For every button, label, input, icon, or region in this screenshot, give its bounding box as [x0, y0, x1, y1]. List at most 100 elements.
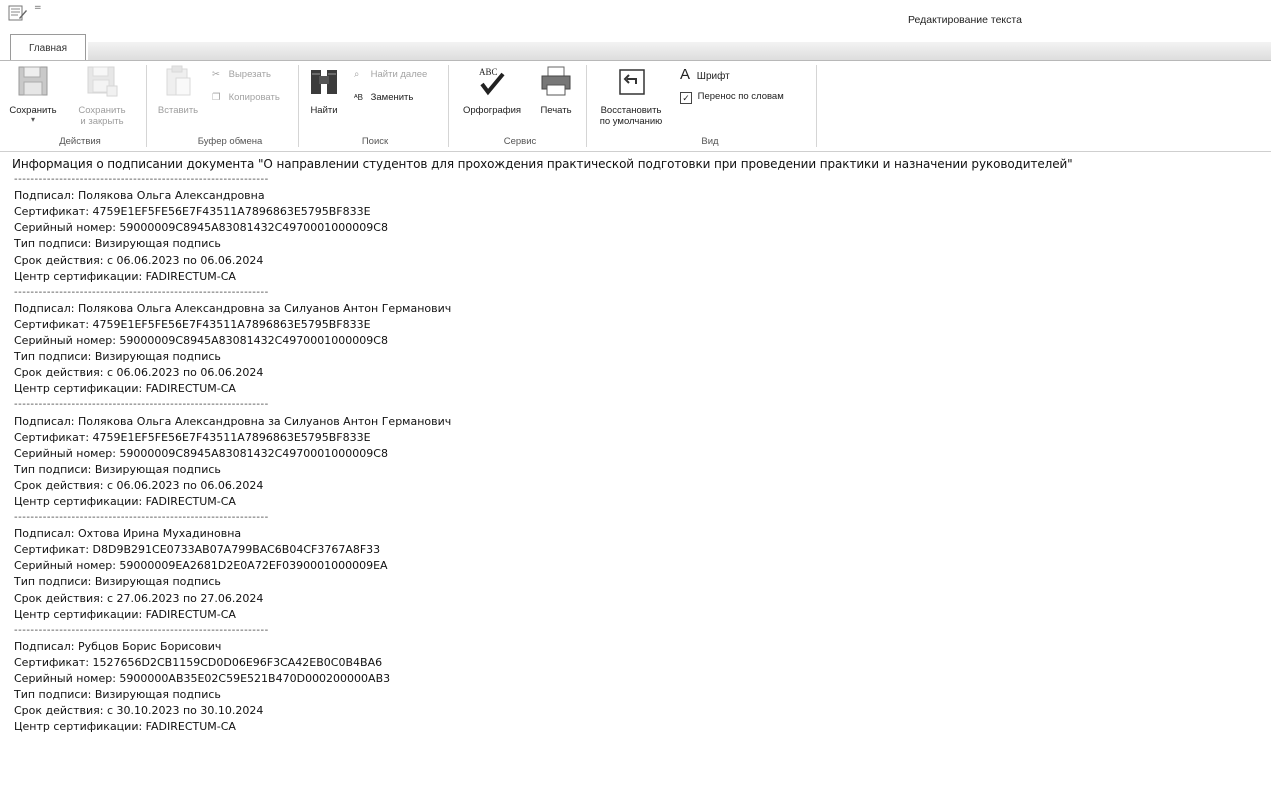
paste-button[interactable]: Вставить [150, 64, 206, 116]
font-button[interactable]: A Шрифт [680, 66, 730, 83]
serial-number: Серийный номер: 5900000AB35E02C59E521B47… [14, 672, 391, 685]
copy-icon: ❐ [212, 92, 221, 103]
group-label-search: Поиск [361, 136, 389, 147]
signature-block: Подписал: Охтова Ирина Мухадиновна Серти… [14, 526, 1264, 623]
document-title: Информация о подписании документа "О нап… [12, 157, 1073, 171]
signature-block: Подписал: Полякова Ольга Александровна з… [14, 414, 1264, 511]
find-next-label: Найти далее [370, 69, 428, 80]
validity-period: Срок действия: с 06.06.2023 по 06.06.202… [14, 366, 264, 380]
separator-line: ----------------------------------------… [14, 512, 269, 524]
paste-label: Вставить [157, 105, 199, 116]
printer-icon [532, 64, 580, 101]
signer: Подписал: Охтова Ирина Мухадиновна [14, 527, 242, 541]
floppy-disk-icon [6, 64, 60, 101]
word-wrap-toggle[interactable]: ✓ Перенос по словам [680, 91, 784, 104]
certificate: Сертификат: 4759E1EF5FE56E7F43511A789686… [14, 317, 371, 331]
cut-button[interactable]: ✂ Вырезать [212, 69, 271, 80]
save-and-close-line2: и закрыть [80, 116, 124, 127]
certification-center: Центр сертификации: FADIRECTUM-CA [14, 607, 236, 621]
word-wrap-label: Перенос по словам [697, 91, 784, 102]
font-icon: A [680, 66, 691, 83]
serial-number: Серийный номер: 59000009C8945A83081432C4… [14, 446, 388, 460]
restore-defaults-line2: по умолчанию [599, 116, 663, 127]
window-title: Редактирование текста [908, 14, 1022, 26]
app-icon[interactable] [8, 4, 28, 22]
certificate: Сертификат: 4759E1EF5FE56E7F43511A789686… [14, 430, 371, 444]
validity-period: Срок действия: с 30.10.2023 по 30.10.202… [14, 704, 264, 718]
cut-label: Вырезать [228, 69, 271, 80]
spellcheck-button[interactable]: ABC Орфография [454, 64, 530, 116]
signer: Подписал: Полякова Ольга Александровна з… [14, 301, 452, 315]
copy-button[interactable]: ❐ Копировать [212, 92, 280, 103]
separator-line: ----------------------------------------… [14, 624, 269, 636]
separator-line: ----------------------------------------… [14, 174, 269, 186]
restore-icon [588, 64, 674, 101]
copy-label: Копировать [228, 92, 280, 103]
certificate: Сертификат: 1527656D2CB1159CD0D06E96F3CA… [14, 655, 383, 669]
group-separator [816, 65, 817, 147]
separator-line: ----------------------------------------… [14, 286, 269, 298]
spellcheck-icon: ABC [454, 64, 530, 101]
ribbon-bottom-border [0, 151, 1271, 152]
binoculars-icon [302, 64, 346, 101]
tab-row: Главная [0, 34, 1271, 62]
svg-text:ABC: ABC [479, 67, 498, 77]
title-bar: = Редактирование текста [0, 0, 1271, 34]
checkbox-icon[interactable]: ✓ [680, 92, 692, 104]
find-next-button[interactable]: ⌕ Найти далее [354, 69, 427, 80]
find-label: Найти [310, 105, 338, 116]
chevron-down-icon: ▾ [30, 115, 35, 124]
validity-period: Срок действия: с 06.06.2023 по 06.06.202… [14, 253, 264, 267]
document-text[interactable]: Информация о подписании документа "О нап… [12, 156, 1264, 736]
restore-defaults-button[interactable]: Восстановить по умолчанию [588, 64, 674, 127]
group-label-clipboard: Буфер обмена [197, 136, 263, 147]
scissors-icon: ✂ [212, 69, 220, 80]
signature-type: Тип подписи: Визирующая подпись [14, 237, 221, 251]
signature-type: Тип подписи: Визирующая подпись [14, 688, 221, 702]
group-separator [586, 65, 587, 147]
certification-center: Центр сертификации: FADIRECTUM-CA [14, 382, 236, 396]
signer: Подписал: Рубцов Борис Борисович [14, 639, 222, 653]
signature-type: Тип подписи: Визирующая подпись [14, 462, 221, 476]
save-button[interactable]: Сохранить ▾ [6, 64, 60, 124]
floppy-disk-close-icon [62, 64, 142, 101]
signature-type: Тип подписи: Визирующая подпись [14, 350, 221, 364]
serial-number: Серийный номер: 59000009EA2681D2E0A72EF0… [14, 559, 388, 573]
restore-defaults-line1: Восстановить [600, 105, 662, 116]
tab-strip [88, 42, 1271, 62]
font-label: Шрифт [696, 71, 730, 82]
group-separator [298, 65, 299, 147]
signature-block: Подписал: Рубцов Борис Борисович Сертифи… [14, 639, 1264, 736]
serial-number: Серийный номер: 59000009C8945A83081432C4… [14, 334, 388, 348]
separator-line: ----------------------------------------… [14, 399, 269, 411]
replace-button[interactable]: ᴬB Заменить [354, 92, 413, 103]
group-separator [448, 65, 449, 147]
replace-label: Заменить [370, 92, 414, 103]
find-button[interactable]: Найти [302, 64, 346, 116]
save-and-close-button[interactable]: Сохранить и закрыть [62, 64, 142, 127]
certification-center: Центр сертификации: FADIRECTUM-CA [14, 269, 236, 283]
print-label: Печать [540, 105, 572, 116]
group-label-view: Вид [701, 136, 719, 147]
replace-icon: ᴬB [354, 93, 363, 102]
signature-block: Подписал: Полякова Ольга Александровна з… [14, 301, 1264, 398]
signer: Подписал: Полякова Ольга Александровна [14, 189, 265, 203]
spellcheck-label: Орфография [462, 105, 522, 116]
group-label-service: Сервис [503, 136, 537, 147]
validity-period: Срок действия: с 27.06.2023 по 27.06.202… [14, 591, 264, 605]
signature-type: Тип подписи: Визирующая подпись [14, 575, 221, 589]
ribbon: Сохранить ▾ Сохранить и закрыть Действия… [0, 61, 1271, 151]
validity-period: Срок действия: с 06.06.2023 по 06.06.202… [14, 478, 264, 492]
certification-center: Центр сертификации: FADIRECTUM-CA [14, 720, 236, 734]
quick-access-dropdown-icon[interactable]: = [34, 3, 42, 13]
signature-block: Подписал: Полякова Ольга Александровна С… [14, 188, 1264, 285]
tab-home[interactable]: Главная [10, 34, 86, 60]
serial-number: Серийный номер: 59000009C8945A83081432C4… [14, 221, 388, 235]
find-next-icon: ⌕ [354, 69, 360, 80]
paste-icon [150, 64, 206, 101]
signer: Подписал: Полякова Ольга Александровна з… [14, 414, 452, 428]
certificate: Сертификат: D8D9B291CE0733AB07A799BAC6B0… [14, 543, 381, 557]
print-button[interactable]: Печать [532, 64, 580, 116]
group-label-actions: Действия [59, 136, 101, 147]
certification-center: Центр сертификации: FADIRECTUM-CA [14, 494, 236, 508]
